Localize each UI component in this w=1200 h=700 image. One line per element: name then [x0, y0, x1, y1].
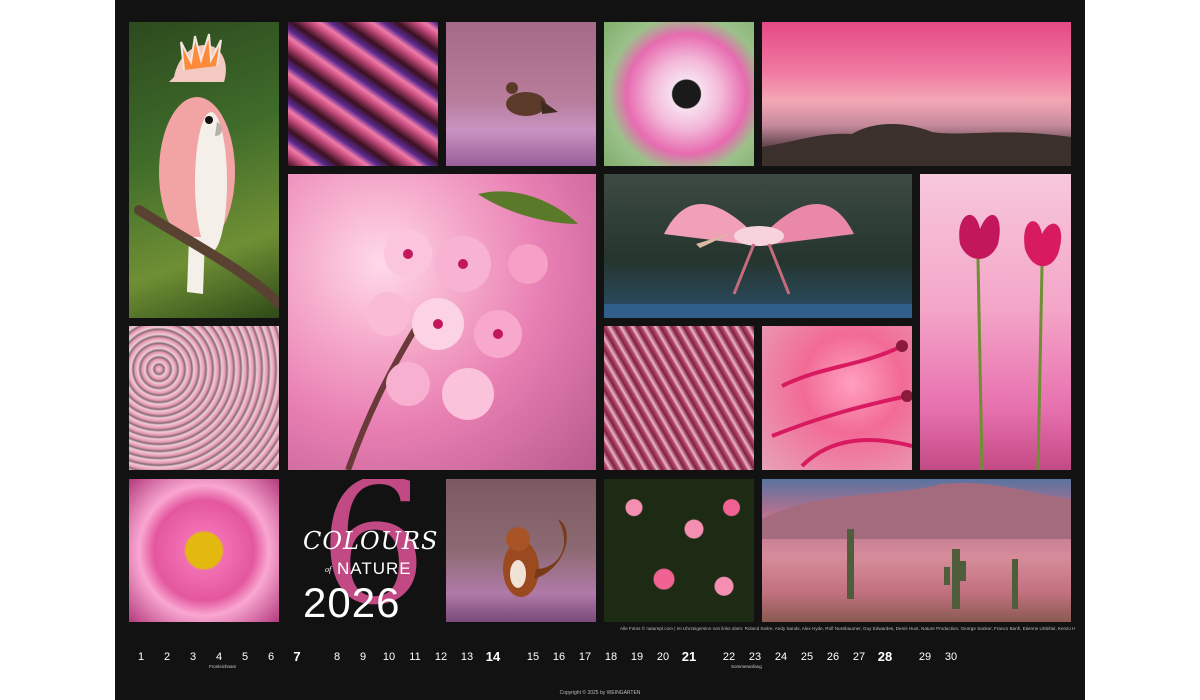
day-12: 12 [434, 651, 448, 663]
title-of: of [325, 565, 332, 574]
tulip-illustration [959, 214, 1062, 470]
day-20: 20 [656, 651, 670, 663]
day-16: 16 [552, 651, 566, 663]
title-nature: NATURE [337, 559, 412, 578]
day-6: 6 [267, 651, 275, 663]
day-30: 30 [944, 651, 958, 663]
day-11: 11 [409, 651, 421, 663]
photo-roseate-spoonbill [604, 174, 912, 318]
photo-cockatoo [129, 22, 279, 318]
day-3: 3 [189, 651, 197, 663]
day-10: 10 [382, 651, 396, 663]
photo-desert-cacti [762, 479, 1071, 622]
photo-cherry-blossom [288, 174, 596, 470]
grouse-illustration [506, 82, 558, 116]
photo-pink-poppy [604, 22, 754, 166]
photo-pink-sunset-landscape [762, 22, 1071, 166]
day-13: 13 [460, 651, 474, 663]
day-26: 26 [826, 651, 840, 663]
photo-credits: Alle Fotos © naturepl.com | Im Uhrzeiger… [620, 626, 1075, 631]
calendar-year: 2026 [303, 579, 401, 622]
squirrel-illustration [503, 519, 567, 597]
photo-cosmos-flower [129, 479, 279, 622]
photo-pink-swirl-pattern [604, 326, 754, 470]
photo-red-squirrel [446, 479, 596, 622]
photo-grouse-heather [446, 22, 596, 166]
calendar-page: 6 COLOURS of NATURE 2026 Alle Fotos © na… [115, 0, 1085, 700]
day-25: 25 [800, 651, 814, 663]
title-colours: COLOURS [303, 527, 439, 555]
day-19: 19 [630, 651, 644, 663]
blossom-illustration [345, 191, 578, 470]
day-4: 4 [215, 651, 223, 663]
note-sommeranfang: Sommeranfang [731, 664, 762, 669]
copyright-text: Copyright © 2025 by WEINGARTEN [559, 690, 641, 696]
cockatoo-illustration [134, 33, 279, 309]
hills-silhouette [762, 123, 1071, 166]
day-1: 1 [137, 651, 145, 663]
day-2: 2 [163, 651, 171, 663]
day-7: 7 [293, 649, 301, 664]
photo-spider-lily [762, 326, 912, 470]
calendar-title: 6 COLOURS of NATURE 2026 [287, 479, 439, 622]
cactus-illustration [762, 482, 1071, 609]
day-17: 17 [578, 651, 592, 663]
day-22: 22 [722, 651, 736, 663]
day-15: 15 [526, 651, 540, 663]
spoonbill-illustration [604, 204, 912, 318]
day-27: 27 [852, 651, 866, 663]
day-5: 5 [241, 651, 249, 663]
photo-flamingo-flock [129, 326, 279, 470]
photo-butterfly-wing-scales [288, 22, 438, 166]
day-8: 8 [333, 651, 341, 663]
day-29: 29 [918, 651, 932, 663]
photo-pink-small-flowers [604, 479, 754, 622]
day-28: 28 [877, 649, 893, 664]
day-23: 23 [748, 651, 762, 663]
lily-illustration [771, 340, 912, 468]
note-fronleichnam: Fronleichnam [209, 664, 237, 669]
day-14: 14 [485, 649, 501, 664]
photo-pink-tulips [920, 174, 1071, 470]
day-24: 24 [774, 651, 788, 663]
day-21: 21 [681, 649, 697, 664]
day-18: 18 [604, 651, 618, 663]
day-9: 9 [359, 651, 367, 663]
